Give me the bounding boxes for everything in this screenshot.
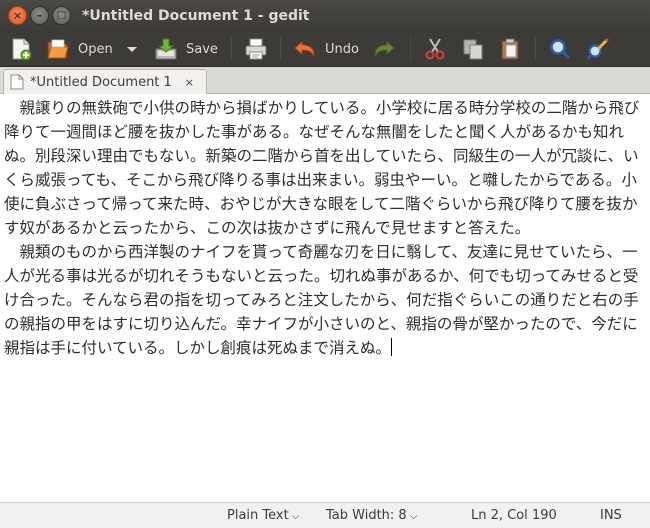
find-button[interactable] bbox=[548, 34, 572, 64]
search-icon bbox=[550, 39, 571, 60]
open-label: Open bbox=[78, 41, 113, 57]
close-window-button[interactable]: × bbox=[8, 6, 27, 25]
chevron-down-icon: ⌵ bbox=[409, 511, 418, 522]
recent-files-dropdown[interactable] bbox=[125, 34, 139, 64]
save-label: Save bbox=[186, 41, 218, 57]
redo-icon bbox=[374, 40, 395, 58]
save-icon bbox=[155, 38, 177, 60]
new-document-icon bbox=[12, 38, 32, 61]
find-replace-button[interactable] bbox=[586, 34, 610, 64]
open-folder-icon bbox=[47, 39, 69, 59]
close-icon: × bbox=[12, 9, 23, 22]
toolbar-separator bbox=[231, 37, 232, 61]
window-title: *Untitled Document 1 - gedit bbox=[82, 7, 310, 24]
insert-mode: INS bbox=[600, 508, 622, 523]
cut-button[interactable] bbox=[423, 34, 447, 64]
save-button[interactable]: Save bbox=[154, 34, 218, 64]
undo-label: Undo bbox=[325, 41, 359, 57]
paragraph: 親類のものから西洋製のナイフを貰って奇麗な刃を日に翳して、友達に見せていたら、一… bbox=[4, 240, 646, 360]
paragraph-text: 親類のものから西洋製のナイフを貰って奇麗な刃を日に翳して、友達に見せていたら、一… bbox=[4, 243, 639, 357]
text-cursor bbox=[391, 338, 393, 356]
tab-bar: *Untitled Document 1 × bbox=[0, 67, 650, 94]
dropdown-arrow-icon bbox=[127, 47, 137, 52]
print-button[interactable] bbox=[244, 34, 268, 64]
undo-button[interactable]: Undo bbox=[293, 34, 359, 64]
text-editor[interactable]: 親譲りの無鉄砲で小供の時から損ばかりしている。小学校に居る時分学校の二階から飛び… bbox=[0, 94, 650, 502]
tab-width-label: Tab Width: 8 bbox=[326, 508, 407, 523]
editor-text[interactable]: 親譲りの無鉄砲で小供の時から損ばかりしている。小学校に居る時分学校の二階から飛び… bbox=[4, 96, 646, 360]
undo-icon bbox=[294, 40, 315, 58]
cut-icon bbox=[425, 38, 445, 60]
redo-button[interactable] bbox=[372, 34, 396, 64]
window-controls: × – □ bbox=[8, 6, 71, 25]
language-selector[interactable]: Plain Text ⌵ bbox=[227, 508, 299, 523]
new-document-button[interactable] bbox=[9, 34, 33, 64]
maximize-window-button[interactable]: □ bbox=[52, 6, 71, 25]
search-replace-icon bbox=[587, 37, 610, 60]
document-icon bbox=[10, 74, 24, 90]
toolbar-separator bbox=[535, 37, 536, 61]
language-label: Plain Text bbox=[227, 508, 289, 523]
toolbar-separator bbox=[280, 37, 281, 61]
cursor-position: Ln 2, Col 190 bbox=[471, 508, 557, 523]
title-bar: × – □ *Untitled Document 1 - gedit bbox=[0, 0, 650, 31]
chevron-down-icon: ⌵ bbox=[291, 511, 300, 522]
print-icon bbox=[245, 38, 267, 60]
close-tab-button[interactable]: × bbox=[185, 76, 194, 89]
tab-width-selector[interactable]: Tab Width: 8 ⌵ bbox=[326, 508, 417, 523]
toolbar: Open Save Undo bbox=[0, 31, 650, 67]
maximize-icon: □ bbox=[56, 9, 67, 21]
open-button[interactable]: Open bbox=[46, 34, 113, 64]
copy-icon bbox=[463, 39, 483, 60]
paste-button[interactable] bbox=[498, 34, 522, 64]
minimize-icon: – bbox=[36, 9, 43, 22]
tab-title: *Untitled Document 1 bbox=[30, 74, 172, 90]
tab-untitled-document-1[interactable]: *Untitled Document 1 × bbox=[3, 69, 207, 94]
status-bar: Plain Text ⌵ Tab Width: 8 ⌵ Ln 2, Col 190 … bbox=[0, 502, 650, 528]
toolbar-separator bbox=[410, 37, 411, 61]
minimize-window-button[interactable]: – bbox=[30, 6, 49, 25]
paste-icon bbox=[501, 38, 519, 60]
paragraph: 親譲りの無鉄砲で小供の時から損ばかりしている。小学校に居る時分学校の二階から飛び… bbox=[4, 99, 640, 237]
copy-button[interactable] bbox=[461, 34, 485, 64]
